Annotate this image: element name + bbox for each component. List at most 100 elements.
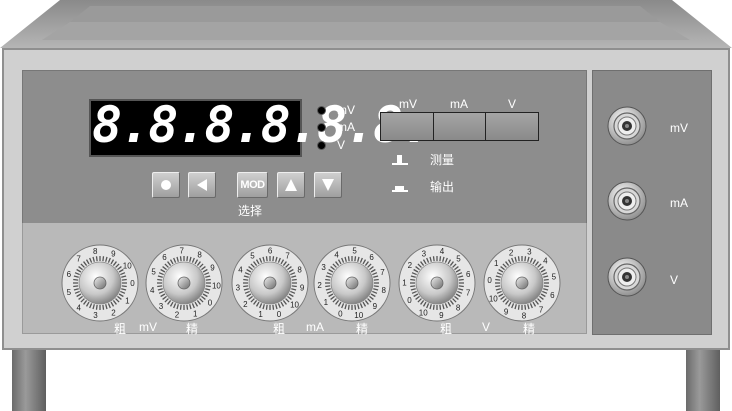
svg-text:4: 4: [334, 250, 339, 259]
svg-text:2: 2: [408, 261, 413, 270]
left-button[interactable]: [188, 172, 216, 198]
svg-text:1: 1: [402, 279, 407, 288]
led-icon: [318, 106, 325, 114]
jack-mv[interactable]: [607, 106, 647, 146]
mv-unit-label: mV: [139, 320, 157, 334]
knob-ma-coarse[interactable]: 0 1 23 45 6 78 910: [231, 244, 309, 322]
ma-unit-label: mA: [306, 320, 324, 334]
svg-text:9: 9: [373, 302, 378, 311]
output-label: 输出: [430, 180, 455, 194]
svg-text:8: 8: [381, 286, 386, 295]
jack-label-mv: mV: [670, 121, 688, 135]
svg-text:1: 1: [258, 310, 263, 319]
svg-text:10: 10: [489, 294, 498, 303]
svg-text:0: 0: [130, 279, 135, 288]
svg-text:7: 7: [539, 305, 544, 314]
svg-text:10: 10: [123, 261, 132, 270]
svg-text:6: 6: [268, 247, 273, 256]
legend-output: 输出: [392, 178, 454, 195]
mv-coarse-label: 粗: [114, 322, 127, 336]
svg-text:2: 2: [243, 300, 248, 309]
svg-text:9: 9: [439, 311, 444, 320]
svg-text:2: 2: [111, 309, 116, 318]
mv-fine-label: 精: [186, 322, 199, 336]
svg-text:4: 4: [238, 265, 243, 274]
svg-text:1: 1: [324, 298, 329, 307]
v-fine-label: 精: [523, 322, 536, 336]
svg-text:3: 3: [93, 311, 98, 320]
range-button-mv[interactable]: [381, 113, 434, 140]
svg-text:1: 1: [125, 297, 130, 306]
svg-text:8: 8: [456, 304, 461, 313]
arrow-up-icon: [285, 179, 297, 191]
svg-text:10: 10: [212, 281, 221, 290]
svg-text:0: 0: [208, 299, 213, 308]
left-foot: [12, 350, 46, 411]
indicator-label: V: [337, 138, 346, 152]
arrow-down-icon: [322, 179, 334, 191]
jack-label-v: V: [670, 273, 679, 287]
indicator-mv: mV: [318, 103, 355, 117]
svg-text:6: 6: [67, 270, 72, 279]
svg-text:5: 5: [67, 288, 72, 297]
knob-ma-fine[interactable]: 012 34 5 67 89 10: [313, 244, 391, 322]
svg-text:2: 2: [317, 281, 322, 290]
indicator-label: mA: [337, 120, 355, 134]
svg-text:3: 3: [527, 247, 532, 256]
svg-text:7: 7: [179, 247, 184, 256]
svg-text:6: 6: [162, 253, 167, 262]
indicator-v: V: [318, 138, 345, 152]
range-label-mv: mV: [399, 97, 417, 111]
jack-ma[interactable]: [607, 181, 647, 221]
range-label-ma: mA: [450, 97, 468, 111]
svg-text:9: 9: [111, 249, 116, 258]
svg-text:1: 1: [193, 309, 198, 318]
svg-text:2: 2: [509, 248, 514, 257]
knob-v-coarse[interactable]: 0123 4 56 78 9 10: [398, 244, 476, 322]
svg-text:3: 3: [422, 249, 427, 258]
svg-text:0: 0: [277, 310, 282, 319]
svg-text:7: 7: [466, 288, 471, 297]
record-button[interactable]: [152, 172, 180, 198]
knob-v-fine[interactable]: 012 345678910: [483, 244, 561, 322]
svg-text:4: 4: [440, 247, 445, 256]
svg-text:3: 3: [236, 283, 241, 292]
range-label-v: V: [507, 97, 516, 111]
svg-text:8: 8: [93, 247, 98, 256]
svg-text:0: 0: [338, 309, 343, 318]
indicator-ma: mA: [318, 120, 355, 134]
svg-text:6: 6: [550, 291, 555, 300]
instrument-top-cover: [0, 0, 732, 48]
svg-text:10: 10: [290, 300, 299, 309]
svg-text:4: 4: [543, 256, 548, 265]
jack-v[interactable]: [607, 257, 647, 297]
button-pressed-icon: [392, 154, 408, 165]
down-button[interactable]: [314, 172, 342, 198]
mod-button[interactable]: MOD: [237, 172, 268, 198]
svg-text:5: 5: [250, 252, 255, 261]
range-button-ma[interactable]: [433, 113, 487, 140]
v-unit-label: V: [482, 320, 491, 334]
svg-text:6: 6: [466, 270, 471, 279]
ma-coarse-label: 粗: [273, 322, 286, 336]
range-button-v[interactable]: [486, 113, 539, 140]
select-label: 选择: [238, 204, 263, 218]
svg-text:0: 0: [407, 296, 412, 305]
button-released-icon: [392, 185, 408, 192]
svg-text:9: 9: [210, 263, 215, 272]
svg-text:3: 3: [321, 263, 326, 272]
svg-text:7: 7: [285, 252, 290, 261]
measure-label: 测量: [430, 153, 455, 167]
svg-text:8: 8: [297, 266, 302, 275]
svg-text:9: 9: [300, 284, 305, 293]
circle-icon: [161, 180, 171, 190]
v-coarse-label: 粗: [440, 322, 453, 336]
knob-mv-fine[interactable]: 01234567 8910: [145, 244, 223, 322]
svg-text:8: 8: [197, 250, 202, 259]
svg-text:4: 4: [77, 304, 82, 313]
knob-mv-coarse[interactable]: 012345678 910: [61, 244, 139, 322]
svg-text:7: 7: [380, 268, 385, 277]
right-foot: [686, 350, 720, 411]
up-button[interactable]: [277, 172, 305, 198]
svg-text:4: 4: [150, 286, 155, 295]
